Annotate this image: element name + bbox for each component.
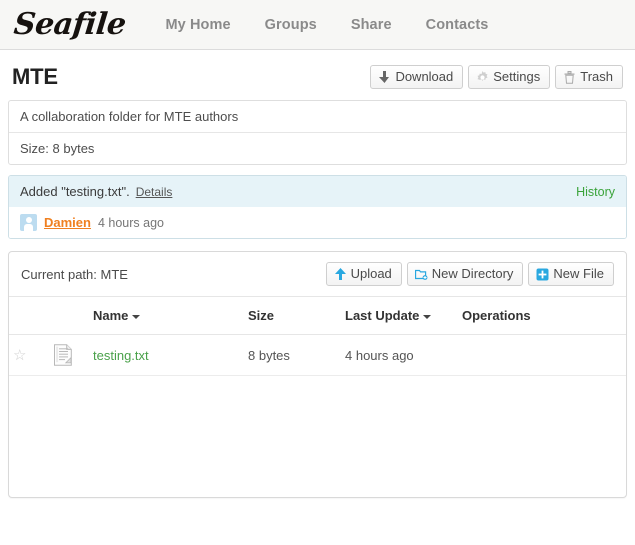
settings-button[interactable]: Settings	[468, 65, 551, 89]
file-name-link[interactable]: testing.txt	[93, 348, 149, 363]
activity-panel: Added "testing.txt". Details History Dam…	[8, 175, 627, 239]
new-directory-button-label: New Directory	[431, 266, 514, 281]
file-table-header-row: Name Size Last Update Operations	[9, 297, 626, 335]
main-nav: My Home Groups Share Contacts	[165, 17, 488, 33]
activity-message-group: Added "testing.txt". Details	[20, 184, 172, 199]
activity-author-row: Damien 4 hours ago	[9, 207, 626, 238]
new-file-button[interactable]: New File	[528, 262, 614, 286]
new-directory-button[interactable]: New Directory	[406, 262, 524, 286]
download-button-label: Download	[395, 69, 454, 84]
repo-info-panel: A collaboration folder for MTE authors S…	[8, 100, 627, 165]
upload-arrow-icon	[334, 267, 347, 281]
row-size-cell: 8 bytes	[244, 334, 341, 376]
row-last-update-cell: 4 hours ago	[341, 334, 458, 376]
nav-my-home[interactable]: My Home	[165, 17, 230, 33]
nav-share[interactable]: Share	[351, 17, 392, 33]
row-star-cell: ☆	[9, 334, 49, 376]
size-column-header: Size	[244, 297, 341, 335]
page-content: MTE Download Settings Trash A collaborat…	[0, 50, 635, 498]
trash-icon	[563, 70, 576, 84]
upload-button-label: Upload	[350, 266, 392, 281]
repo-description: A collaboration folder for MTE authors	[20, 109, 239, 124]
row-icon-cell	[49, 334, 89, 376]
top-navigation-bar: Seafile My Home Groups Share Contacts	[0, 0, 635, 50]
file-table-head: Name Size Last Update Operations	[9, 297, 626, 335]
history-link[interactable]: History	[576, 185, 615, 199]
last-update-column-header[interactable]: Last Update	[341, 297, 458, 335]
file-table: Name Size Last Update Operations ☆ testi…	[9, 297, 626, 376]
icon-column-header	[49, 297, 89, 335]
page-title: MTE	[12, 64, 58, 89]
trash-button[interactable]: Trash	[555, 65, 623, 89]
chevron-down-icon	[423, 314, 432, 319]
new-file-icon	[536, 268, 549, 281]
download-arrow-icon	[378, 70, 391, 84]
size-column-label: Size	[248, 308, 275, 323]
details-link[interactable]: Details	[136, 185, 173, 199]
activity-message: Added "testing.txt".	[20, 184, 130, 199]
upload-button[interactable]: Upload	[325, 262, 402, 286]
name-column-header[interactable]: Name	[89, 297, 244, 335]
star-icon[interactable]: ☆	[13, 347, 26, 364]
repo-action-buttons: Download Settings Trash	[370, 65, 623, 89]
settings-button-label: Settings	[493, 69, 541, 84]
current-path: Current path: MTE	[21, 266, 128, 282]
file-list-panel: Current path: MTE Upload New Directory N…	[8, 251, 627, 498]
row-operations-cell	[458, 334, 626, 376]
operations-column-header: Operations	[458, 297, 626, 335]
row-name-cell: testing.txt	[89, 334, 244, 376]
text-file-icon	[53, 344, 85, 366]
table-row[interactable]: ☆ testing.txt 8 bytes 4 hours ago	[9, 334, 626, 376]
nav-contacts[interactable]: Contacts	[426, 17, 489, 33]
operations-column-label: Operations	[462, 308, 531, 323]
last-update-column-label: Last Update	[345, 308, 420, 323]
trash-button-label: Trash	[580, 69, 613, 84]
avatar	[20, 214, 37, 231]
file-list-toolbar: Current path: MTE Upload New Directory N…	[9, 252, 626, 297]
seafile-logo[interactable]: Seafile	[12, 7, 127, 42]
nav-groups[interactable]: Groups	[265, 17, 317, 33]
chevron-down-icon	[132, 314, 141, 319]
repo-header: MTE Download Settings Trash	[8, 50, 627, 100]
download-button[interactable]: Download	[370, 65, 464, 89]
new-folder-icon	[414, 268, 428, 281]
file-toolbar-buttons: Upload New Directory New File	[325, 262, 614, 286]
star-column-header	[9, 297, 49, 335]
gear-icon	[476, 70, 489, 84]
activity-timestamp: 4 hours ago	[97, 215, 164, 230]
name-column-label: Name	[93, 308, 129, 323]
file-table-body: ☆ testing.txt 8 bytes 4 hours ago	[9, 334, 626, 376]
activity-header: Added "testing.txt". Details History	[9, 176, 626, 207]
activity-author-name[interactable]: Damien	[44, 215, 91, 230]
new-file-button-label: New File	[553, 266, 604, 281]
repo-size: Size: 8 bytes	[9, 132, 626, 164]
